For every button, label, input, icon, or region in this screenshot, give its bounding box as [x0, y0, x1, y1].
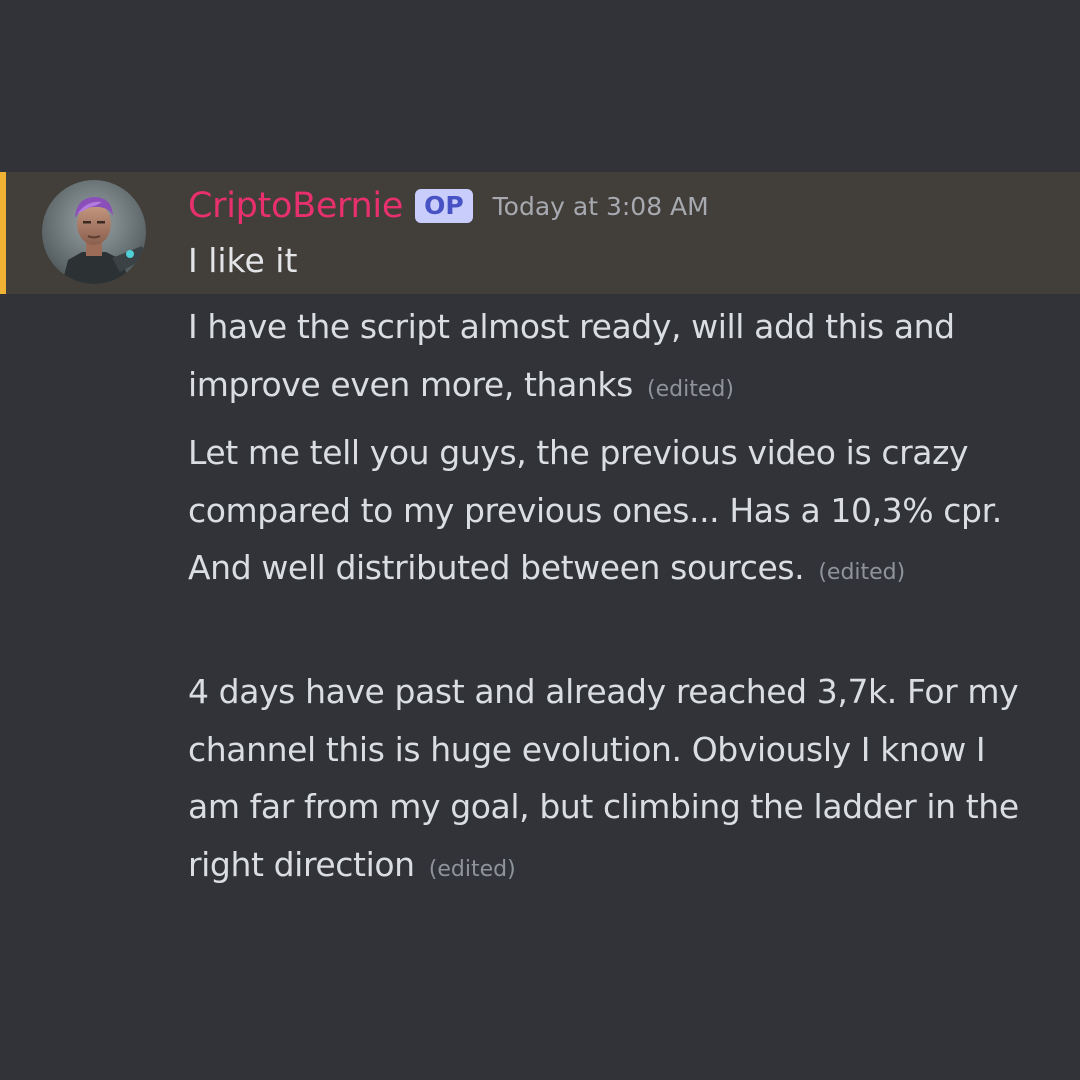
user-avatar-icon[interactable] — [42, 180, 146, 284]
op-badge: OP — [415, 189, 473, 223]
message-text: I have the script almost ready, will add… — [188, 298, 1038, 418]
message-content: I like it — [188, 241, 298, 280]
chat-view: CriptoBernie OP Today at 3:08 AM I like … — [0, 0, 1080, 1080]
message-header: CriptoBernie OP Today at 3:08 AM — [188, 182, 709, 230]
message-text: 4 days have past and already reached 3,7… — [188, 663, 1038, 898]
edited-label: (edited) — [647, 376, 734, 402]
username[interactable]: CriptoBernie — [188, 186, 403, 226]
message-content: I have the script almost ready, will add… — [188, 307, 955, 404]
message-text: Let me tell you guys, the previous video… — [188, 424, 1038, 602]
edited-label: (edited) — [428, 856, 516, 882]
edited-label: (edited) — [818, 560, 906, 585]
mention-highlight-bar — [0, 172, 6, 294]
message-content: 4 days have past and already reached 3,7… — [188, 672, 1019, 884]
message-text: I like it — [188, 234, 297, 288]
message-timestamp[interactable]: Today at 3:08 AM — [493, 192, 709, 221]
